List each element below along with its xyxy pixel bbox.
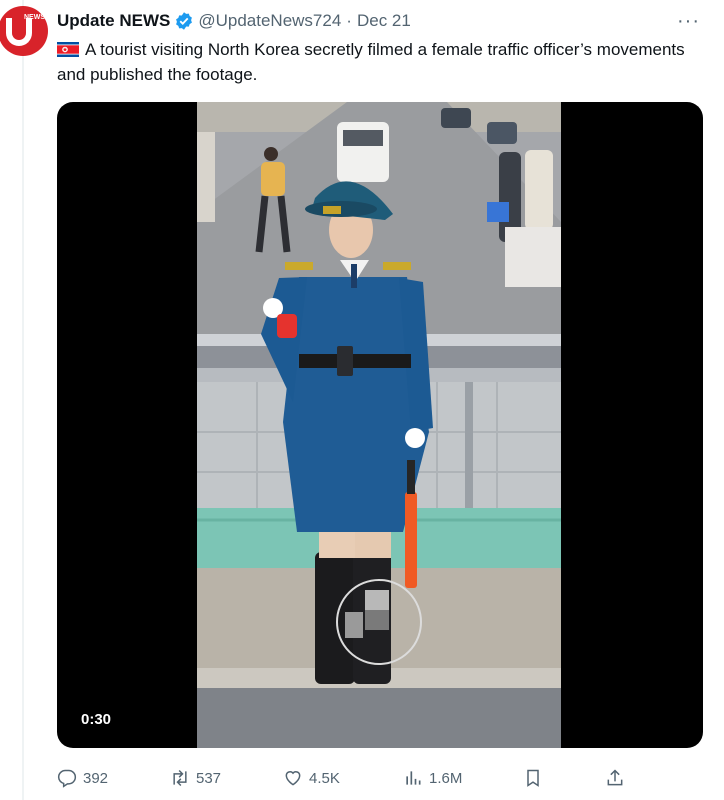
action-bar: 392 537 4.5K 1.6M	[57, 760, 707, 796]
reply-icon	[57, 769, 77, 788]
author-name[interactable]: Update NEWS	[57, 11, 170, 31]
video-frame-traffic-officer	[197, 102, 561, 748]
like-button[interactable]: 4.5K	[283, 768, 340, 788]
north-korea-flag-icon	[57, 42, 79, 57]
reply-count: 392	[83, 769, 109, 787]
author-handle[interactable]: @UpdateNews724	[198, 11, 341, 31]
tweet-text-container: A tourist visiting North Korea secretly …	[57, 37, 697, 87]
reply-button[interactable]: 392	[57, 768, 108, 788]
views-button[interactable]: 1.6M	[403, 768, 462, 788]
video-duration: 0:30	[81, 711, 112, 728]
avatar-u-logo	[6, 18, 32, 46]
like-count: 4.5K	[309, 769, 340, 787]
retweet-icon	[173, 769, 187, 787]
heart-icon	[285, 771, 301, 786]
share-icon	[607, 769, 623, 786]
video-player[interactable]: 0:30	[57, 102, 703, 748]
tweet-date[interactable]: Dec 21	[357, 11, 411, 31]
retweet-count: 537	[196, 769, 222, 787]
thread-line	[22, 0, 24, 800]
tweet-header: Update NEWS @UpdateNews724 · Dec 21	[57, 10, 411, 32]
tweet-text: A tourist visiting North Korea secretly …	[57, 40, 685, 84]
retweet-button[interactable]: 537	[170, 768, 221, 788]
bookmark-button[interactable]	[523, 768, 549, 788]
avatar[interactable]: NEWS	[0, 6, 48, 56]
views-count: 1.6M	[429, 769, 463, 787]
views-chart-icon	[406, 771, 421, 785]
verified-badge-icon	[176, 12, 193, 30]
more-options-icon[interactable]: ···	[677, 10, 700, 33]
separator-dot: ·	[346, 11, 352, 30]
share-button[interactable]	[605, 768, 631, 788]
bookmark-icon	[527, 769, 539, 787]
